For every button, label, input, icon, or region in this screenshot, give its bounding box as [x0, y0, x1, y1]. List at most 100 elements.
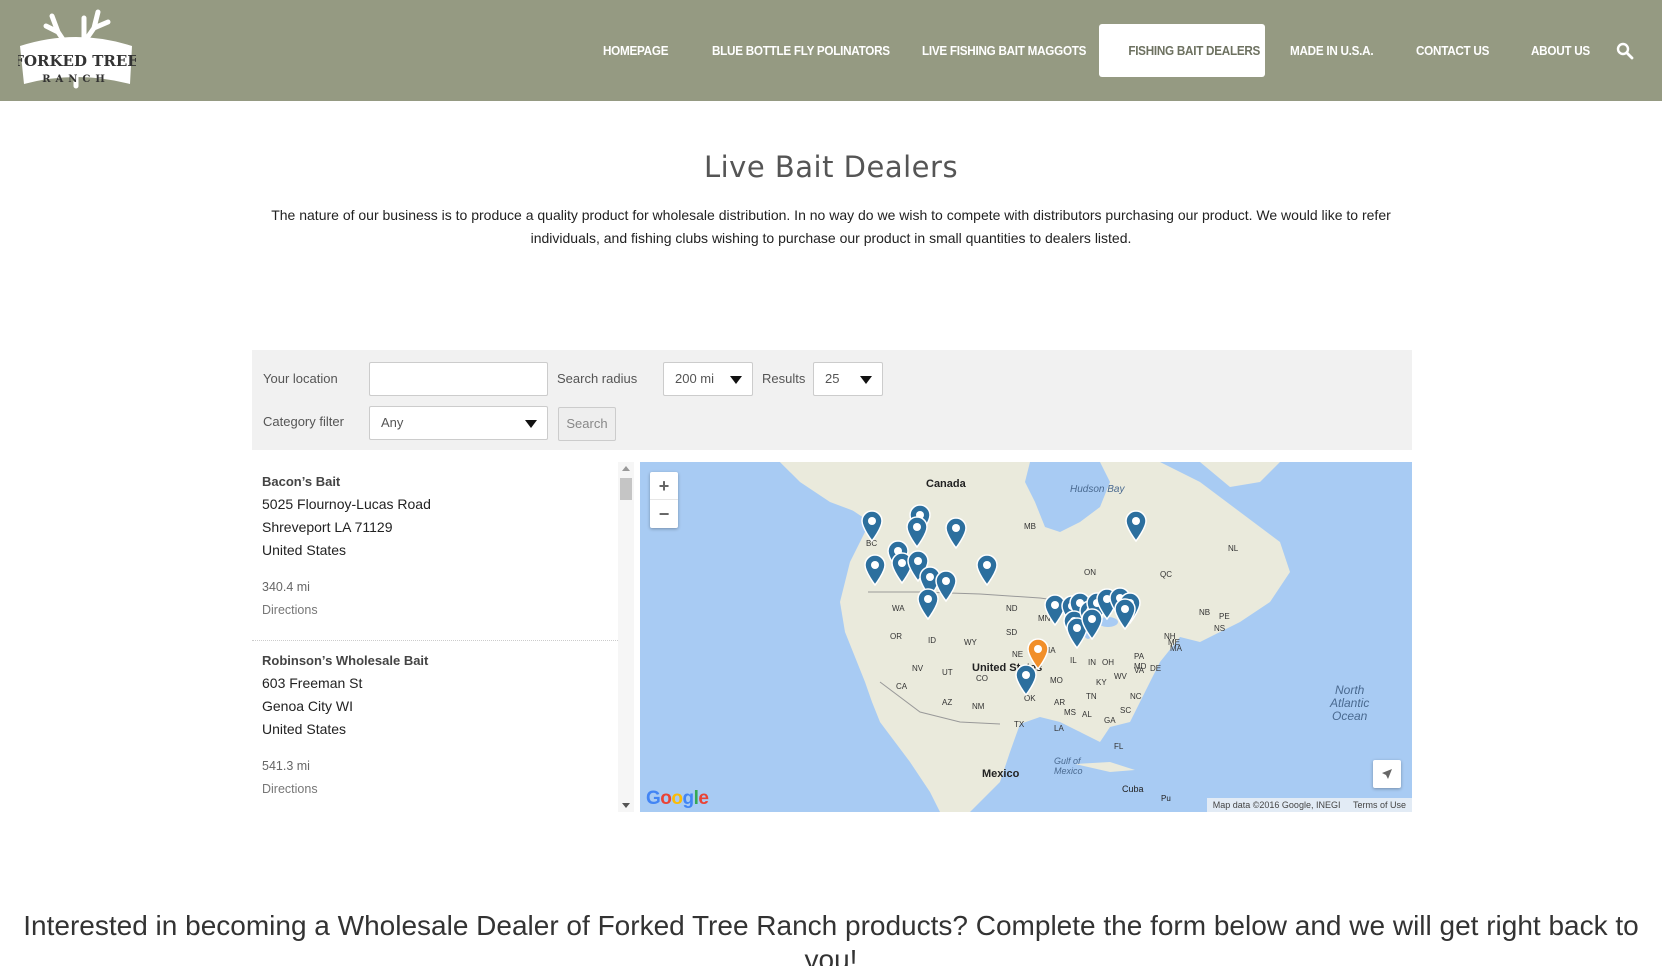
results-scrollbar[interactable] — [618, 462, 634, 812]
list-item[interactable]: Robinson’s Wholesale Bait 603 Freeman St… — [252, 653, 618, 796]
radius-value: 200 mi — [675, 371, 715, 386]
nav-blue-bottle-fly-polinators[interactable]: BLUE BOTTLE FLY POLINATORS — [712, 24, 890, 77]
nav-homepage[interactable]: HOMEPAGE — [603, 24, 669, 77]
dealer-address: 603 Freeman St — [262, 675, 363, 691]
map-label-tx: TX — [1014, 720, 1025, 729]
results-select[interactable]: 25 — [813, 362, 883, 396]
map-attribution: Map data ©2016 Google, INEGI Terms of Us… — [1206, 798, 1412, 812]
category-select[interactable]: Any — [369, 406, 548, 440]
radius-label: Search radius — [557, 371, 638, 386]
map-marker-icon[interactable] — [906, 516, 928, 548]
map-label-ky: KY — [1096, 678, 1107, 687]
dealer-city: Genoa City WI — [262, 698, 354, 714]
search-icon[interactable] — [1616, 42, 1634, 60]
map-label-nl: NL — [1228, 544, 1239, 553]
directions-link[interactable]: Directions — [262, 603, 618, 617]
location-input[interactable] — [369, 362, 548, 396]
map-label-cuba: Cuba — [1122, 784, 1144, 794]
category-label: Category filter — [263, 414, 344, 429]
map-label-il: IL — [1070, 656, 1077, 665]
map-label-ga: GA — [1104, 716, 1116, 725]
category-value: Any — [381, 415, 404, 430]
nav-about-us[interactable]: ABOUT US — [1531, 24, 1590, 77]
logo-text: FORKED TREE — [18, 52, 136, 70]
map-label-mexico: Mexico — [982, 768, 1020, 780]
map-label-nv: NV — [912, 664, 924, 673]
map-marker-icon[interactable] — [976, 554, 998, 586]
zoom-out-button[interactable]: − — [650, 500, 678, 528]
map-label-wa: WA — [892, 604, 905, 613]
radius-select[interactable]: 200 mi — [663, 362, 753, 396]
logo-subtext: RANCH — [42, 74, 110, 85]
map-label-fl: FL — [1114, 742, 1124, 751]
map-label-id: ID — [928, 636, 936, 645]
map-marker-icon[interactable] — [945, 517, 967, 549]
map-label-la: LA — [1054, 724, 1064, 733]
map-marker-icon[interactable] — [864, 554, 886, 586]
map-label-az: AZ — [942, 698, 953, 707]
dealer-distance: 340.4 mi — [262, 580, 310, 594]
current-location-marker-icon[interactable] — [1027, 638, 1049, 670]
map-label-canada: Canada — [926, 478, 966, 490]
map-label-md: MD — [1134, 662, 1147, 671]
map-data-text: Map data ©2016 Google, INEGI — [1212, 800, 1341, 810]
dealer-address: 5025 Flournoy-Lucas Road — [262, 496, 431, 512]
map-label-ca: CA — [896, 682, 908, 691]
nav-live-fishing-bait-maggots[interactable]: LIVE FISHING BAIT MAGGOTS — [922, 24, 1086, 77]
map-label-or: OR — [890, 632, 902, 641]
chevron-down-icon — [525, 420, 537, 428]
dealer-map[interactable]: Canada Hudson Bay United States Mexico G… — [640, 462, 1412, 812]
terms-of-use-link[interactable]: Terms of Use — [1353, 800, 1406, 810]
map-label-on: ON — [1084, 568, 1096, 577]
map-marker-icon[interactable] — [917, 588, 939, 620]
locate-me-button[interactable] — [1373, 760, 1401, 788]
map-marker-icon[interactable] — [1081, 608, 1103, 640]
dealer-country: United States — [262, 721, 347, 737]
map-label-ne: NE — [1012, 650, 1024, 659]
map-label-sd: SD — [1006, 628, 1018, 637]
map-marker-icon[interactable] — [1114, 598, 1136, 630]
map-label-ia: IA — [1048, 646, 1056, 655]
intro-text: The nature of our business is to produce… — [271, 207, 1391, 246]
map-label-ma: MA — [1170, 644, 1182, 653]
map-label-nm: NM — [972, 702, 985, 711]
chevron-down-icon — [730, 376, 742, 384]
dealer-city: Shreveport LA 71129 — [262, 519, 393, 535]
site-header: FORKED TREE RANCH HOMEPAGE BLUE BOTTLE F… — [0, 0, 1662, 101]
results-label: Results — [762, 371, 806, 386]
dealer-name: Bacon’s Bait — [262, 474, 341, 489]
map-label-nb: NB — [1199, 608, 1211, 617]
map-label-oh: OH — [1102, 658, 1114, 667]
dealer-name: Robinson’s Wholesale Bait — [262, 653, 429, 668]
map-label-in: IN — [1088, 658, 1096, 667]
map-label-mo: MO — [1050, 676, 1063, 685]
zoom-control: + − — [650, 472, 678, 528]
scrollbar-thumb[interactable] — [620, 478, 632, 500]
google-logo: Google — [646, 788, 709, 809]
directions-link[interactable]: Directions — [262, 782, 618, 796]
map-marker-icon[interactable] — [861, 510, 883, 542]
map-label-wv: WV — [1114, 672, 1127, 681]
map-label-wy: WY — [964, 638, 977, 647]
scroll-down-icon[interactable] — [622, 803, 630, 808]
map-label-hudson-bay: Hudson Bay — [1070, 484, 1125, 495]
map-label-ar: AR — [1054, 698, 1066, 707]
nav-contact-us[interactable]: CONTACT US — [1416, 24, 1489, 77]
search-button[interactable]: Search — [558, 407, 616, 441]
results-value: 25 — [825, 371, 840, 386]
forked-tree-ranch-logo[interactable]: FORKED TREE RANCH — [13, 4, 139, 96]
map-marker-icon[interactable] — [1125, 510, 1147, 542]
divider — [252, 640, 618, 641]
dealer-distance: 541.3 mi — [262, 759, 310, 773]
chevron-down-icon — [860, 376, 872, 384]
nav-fishing-bait-dealers[interactable]: FISHING BAIT DEALERS — [1099, 24, 1265, 77]
map-label-tn: TN — [1086, 692, 1097, 701]
map-label-ut: UT — [942, 668, 953, 677]
map-label-atlantic-3: Ocean — [1332, 709, 1368, 723]
navigation-arrow-icon — [1382, 769, 1392, 779]
dealer-signup-heading: Interested in becoming a Wholesale Deale… — [23, 910, 1639, 966]
zoom-in-button[interactable]: + — [650, 472, 678, 500]
scroll-up-icon[interactable] — [622, 466, 630, 471]
list-item[interactable]: Bacon’s Bait 5025 Flournoy-Lucas Road Sh… — [252, 474, 618, 617]
nav-made-in-usa[interactable]: MADE IN U.S.A. — [1290, 24, 1374, 77]
